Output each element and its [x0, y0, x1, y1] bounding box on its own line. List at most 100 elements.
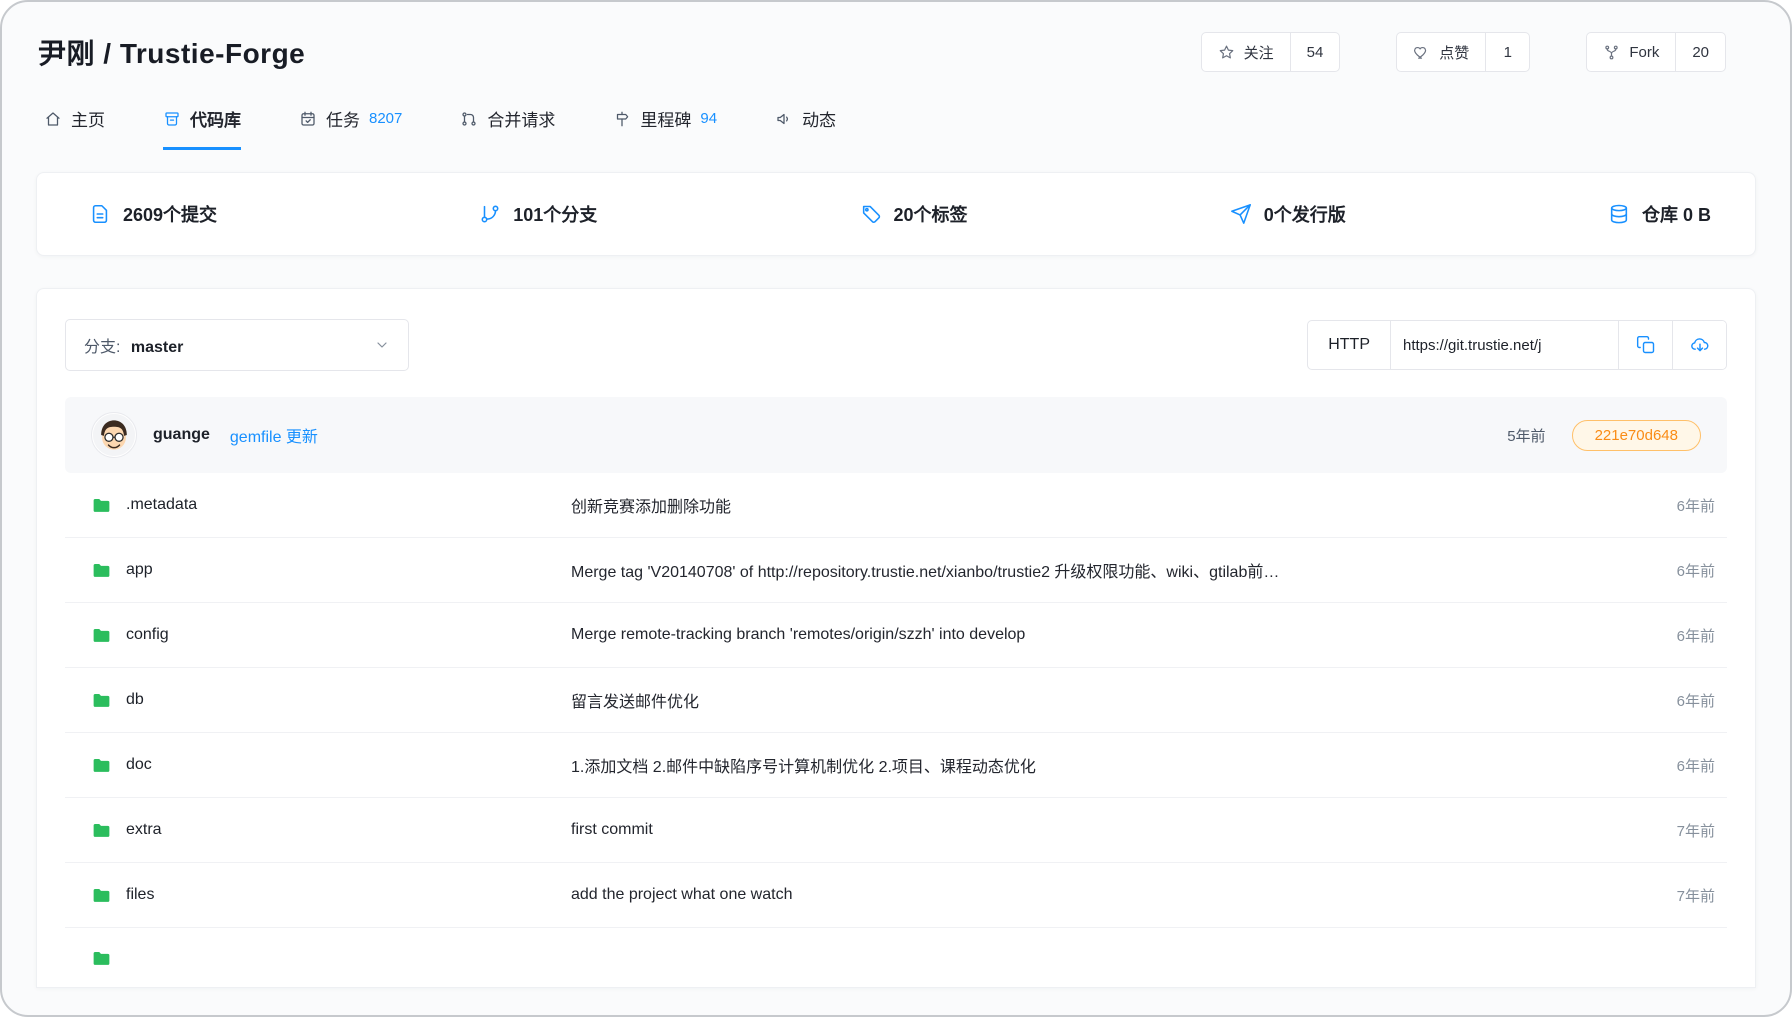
commit-icon [89, 203, 111, 225]
folder-icon [91, 885, 112, 906]
heart-icon [1413, 44, 1430, 61]
tab-code-label: 代码库 [190, 106, 241, 131]
commit-message-link[interactable]: gemfile 更新 [230, 423, 318, 447]
stat-branches[interactable]: 101个分支 [479, 201, 597, 227]
repo-stats-bar: 2609个提交 101个分支 20个标签 0个发行版 仓库 0 B [36, 172, 1756, 256]
stat-releases-label: 0个发行版 [1264, 201, 1346, 227]
file-row[interactable]: doc 1.添加文档 2.邮件中缺陷序号计算机制优化 2.项目、课程动态优化 6… [65, 733, 1727, 798]
chevron-down-icon [374, 337, 390, 353]
database-icon [1608, 203, 1630, 225]
file-name[interactable]: doc [126, 756, 152, 774]
file-name[interactable]: config [126, 626, 169, 644]
folder-icon [91, 560, 112, 581]
tab-code[interactable]: 代码库 [163, 106, 241, 150]
merge-icon [460, 110, 478, 128]
stat-repo-size[interactable]: 仓库 0 B [1608, 201, 1711, 227]
home-icon [44, 110, 62, 128]
file-row[interactable]: config Merge remote-tracking branch 'rem… [65, 603, 1727, 668]
fork-button-main[interactable]: Fork [1587, 33, 1675, 71]
tab-tasks-label: 任务 [326, 106, 360, 131]
file-time: 6年前 [1619, 560, 1715, 581]
tab-milestones-label: 里程碑 [640, 106, 691, 131]
stat-tags[interactable]: 20个标签 [860, 201, 968, 227]
like-count[interactable]: 1 [1485, 33, 1529, 71]
latest-commit-row: guange gemfile 更新 5年前 221e70d648 [65, 397, 1727, 473]
stat-releases[interactable]: 0个发行版 [1230, 201, 1346, 227]
file-commit-message[interactable]: first commit [571, 821, 1619, 839]
fork-label: Fork [1629, 44, 1659, 61]
folder-icon [91, 948, 112, 969]
branch-label: 分支: [84, 339, 120, 356]
folder-icon [91, 495, 112, 516]
file-name[interactable]: extra [126, 821, 162, 839]
cloud-download-icon [1690, 335, 1710, 355]
avatar-image [92, 413, 136, 457]
repo-tabs: 主页 代码库 任务 8207 合并请求 里程碑 94 动态 [2, 72, 1790, 150]
file-row[interactable]: db 留言发送邮件优化 6年前 [65, 668, 1727, 733]
branch-selector[interactable]: 分支: master [65, 319, 409, 371]
tab-tasks[interactable]: 任务 8207 [299, 106, 402, 150]
protocol-toggle[interactable]: HTTP [1308, 321, 1390, 369]
file-time: 7年前 [1619, 820, 1715, 841]
file-table: guange gemfile 更新 5年前 221e70d648 .metada… [65, 397, 1727, 984]
file-commit-message[interactable]: Merge tag 'V20140708' of http://reposito… [571, 558, 1619, 582]
header-actions: 关注 54 点赞 1 Fork 20 [1201, 32, 1726, 72]
file-name[interactable]: .metadata [126, 496, 197, 514]
file-row[interactable]: .metadata 创新竞赛添加删除功能 6年前 [65, 473, 1727, 538]
file-name[interactable]: db [126, 691, 144, 709]
copy-url-button[interactable] [1618, 321, 1672, 369]
watch-label: 关注 [1244, 42, 1274, 63]
tab-milestones[interactable]: 里程碑 94 [613, 106, 717, 150]
file-commit-message[interactable]: add the project what one watch [571, 886, 1619, 904]
file-row[interactable]: extra first commit 7年前 [65, 798, 1727, 863]
file-time: 6年前 [1619, 625, 1715, 646]
file-commit-message[interactable]: 1.添加文档 2.邮件中缺陷序号计算机制优化 2.项目、课程动态优化 [571, 753, 1619, 777]
tag-icon [860, 203, 882, 225]
tab-tasks-count: 8207 [369, 110, 402, 127]
tab-merge-requests-label: 合并请求 [487, 106, 555, 131]
file-commit-message[interactable]: Merge remote-tracking branch 'remotes/or… [571, 626, 1619, 644]
fork-button[interactable]: Fork 20 [1586, 32, 1726, 72]
watch-button-main[interactable]: 关注 [1202, 33, 1290, 71]
release-icon [1230, 203, 1252, 225]
like-button[interactable]: 点赞 1 [1396, 32, 1530, 72]
avatar[interactable] [91, 412, 137, 458]
watch-button[interactable]: 关注 54 [1201, 32, 1341, 72]
repo-card: 分支: master HTTP [36, 288, 1756, 988]
file-time: 6年前 [1619, 755, 1715, 776]
file-row[interactable]: app Merge tag 'V20140708' of http://repo… [65, 538, 1727, 603]
milestone-icon [613, 110, 631, 128]
commit-sha-badge[interactable]: 221e70d648 [1572, 420, 1701, 451]
tab-merge-requests[interactable]: 合并请求 [460, 106, 555, 150]
fork-count[interactable]: 20 [1675, 33, 1725, 71]
clone-url-input[interactable] [1390, 321, 1618, 369]
commit-author[interactable]: guange [153, 426, 210, 444]
file-name[interactable]: files [126, 886, 154, 904]
star-icon [1218, 44, 1235, 61]
folder-icon [91, 755, 112, 776]
file-commit-message[interactable]: 留言发送邮件优化 [571, 688, 1619, 712]
file-commit-message[interactable]: 创新竞赛添加删除功能 [571, 493, 1619, 517]
copy-icon [1636, 335, 1656, 355]
file-time: 6年前 [1619, 690, 1715, 711]
download-button[interactable] [1672, 321, 1726, 369]
file-time: 6年前 [1619, 495, 1715, 516]
branch-value: master [131, 339, 183, 356]
file-time: 7年前 [1619, 885, 1715, 906]
branch-icon [479, 203, 501, 225]
tab-home[interactable]: 主页 [44, 106, 105, 150]
tab-milestones-count: 94 [700, 110, 717, 127]
tab-activity[interactable]: 动态 [775, 106, 836, 150]
commit-time: 5年前 [1507, 425, 1545, 446]
like-label: 点赞 [1439, 42, 1469, 63]
page-title: 尹刚 / Trustie-Forge [38, 32, 305, 72]
stat-commits[interactable]: 2609个提交 [89, 201, 217, 227]
file-row-partial[interactable] [65, 928, 1727, 984]
repo-toolbar: 分支: master HTTP [37, 289, 1755, 397]
stat-repo-size-label: 仓库 0 B [1642, 201, 1711, 227]
file-name[interactable]: app [126, 561, 153, 579]
file-row[interactable]: files add the project what one watch 7年前 [65, 863, 1727, 928]
like-button-main[interactable]: 点赞 [1397, 33, 1485, 71]
watch-count[interactable]: 54 [1290, 33, 1340, 71]
clone-url-group: HTTP [1307, 320, 1727, 370]
